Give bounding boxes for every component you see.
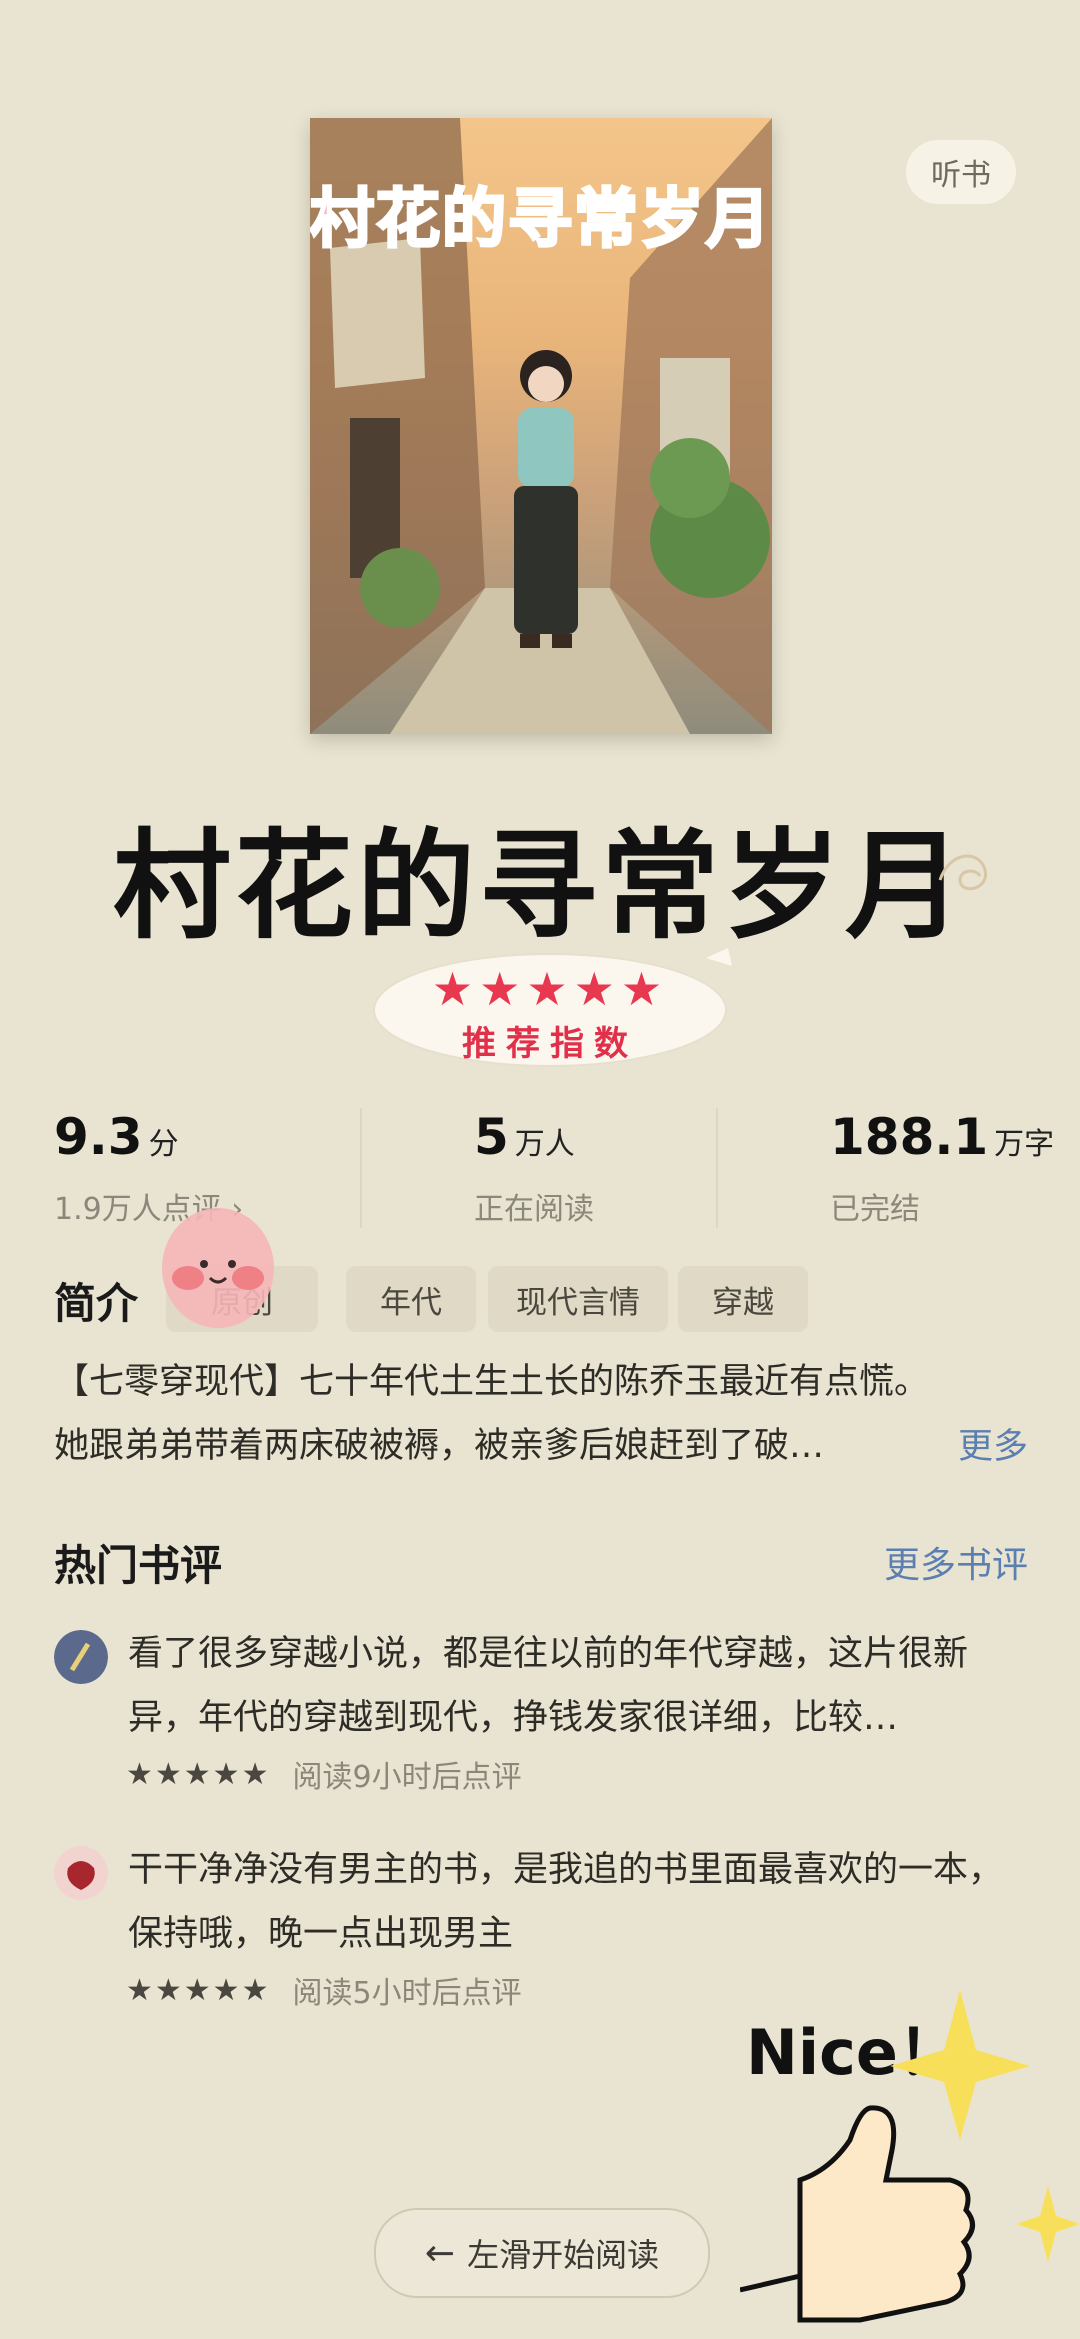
listen-button[interactable]: 听书: [906, 140, 1016, 204]
arrow-left-icon: ←: [424, 2232, 456, 2274]
reviewer-avatar[interactable]: [54, 1630, 108, 1684]
review-text: 干干净净没有男主的书，是我追的书里面最喜欢的一本，保持哦，晚一点出现男主: [128, 1850, 1004, 1954]
stats-divider: [716, 1108, 718, 1228]
stats-divider: [360, 1108, 362, 1228]
desc-line-1: 【七零穿现代】七十年代土生土长的陈乔玉最近有点慌。: [54, 1362, 930, 1402]
pink-face-sticker: [162, 1208, 274, 1328]
cover-title: 村花的寻常岁月: [310, 182, 772, 259]
hot-reviews-title: 热门书评: [54, 1541, 223, 1590]
score-unit: 分: [148, 1127, 179, 1162]
stat-wordcount: 188.1 万字 已完结: [830, 1108, 1054, 1228]
readers-label: 正在阅读: [474, 1192, 594, 1227]
recommend-stamp: ★★★★★ 推荐指数: [366, 944, 734, 1072]
tag-modern-romance[interactable]: 现代言情: [488, 1266, 668, 1332]
reviewer-avatar[interactable]: [54, 1846, 108, 1900]
readers-value: 5: [474, 1108, 509, 1166]
review-text: 看了很多穿越小说，都是往以前的年代穿越，这片很新异，年代的穿越到现代，挣钱发家很…: [128, 1634, 969, 1738]
swirl-decoration: [938, 854, 987, 891]
wordcount-value: 188.1: [830, 1108, 989, 1166]
stamp-stars: ★★★★★: [431, 962, 669, 1016]
stamp-text: 推荐指数: [462, 1024, 638, 1064]
review-stars: ★★★★★: [126, 1972, 271, 2008]
more-reviews-link[interactable]: 更多书评: [884, 1536, 1028, 1588]
stat-readers: 5 万人 正在阅读: [474, 1108, 594, 1228]
intro-more-link[interactable]: 更多: [958, 1418, 1028, 1469]
readers-unit: 万人: [514, 1127, 575, 1162]
review-meta: ★★★★★ 阅读5小时后点评: [126, 1968, 522, 2012]
review-meta: ★★★★★ 阅读9小时后点评: [126, 1752, 522, 1796]
book-cover[interactable]: 村花的寻常岁月: [310, 118, 772, 734]
review-stars: ★★★★★: [126, 1756, 271, 1792]
review-item[interactable]: 看了很多穿越小说，都是往以前的年代穿越，这片很新异，年代的穿越到现代，挣钱发家很…: [54, 1622, 1034, 1802]
score-value: 9.3: [54, 1108, 143, 1166]
wordcount-unit: 万字: [994, 1127, 1055, 1162]
intro-description[interactable]: 【七零穿现代】七十年代土生土长的陈乔玉最近有点慌。 她跟弟弟带着两床破被褥，被亲…: [54, 1350, 1034, 1478]
tag-time-travel[interactable]: 穿越: [678, 1266, 808, 1332]
start-reading-label: 左滑开始阅读: [467, 2236, 660, 2274]
start-reading-button[interactable]: ← 左滑开始阅读: [374, 2208, 710, 2298]
review-time: 阅读9小时后点评: [292, 1760, 522, 1795]
book-title: 村花的寻常岁月: [112, 817, 967, 955]
review-time: 阅读5小时后点评: [292, 1976, 522, 2011]
intro-label: 简介: [54, 1279, 139, 1328]
desc-line-2: 她跟弟弟带着两床破被褥，被亲爹后娘赶到了破…: [54, 1426, 825, 1466]
tag-era[interactable]: 年代: [346, 1266, 476, 1332]
thumbs-up-sticker: [740, 1990, 1080, 2323]
status-label: 已完结: [830, 1192, 920, 1227]
